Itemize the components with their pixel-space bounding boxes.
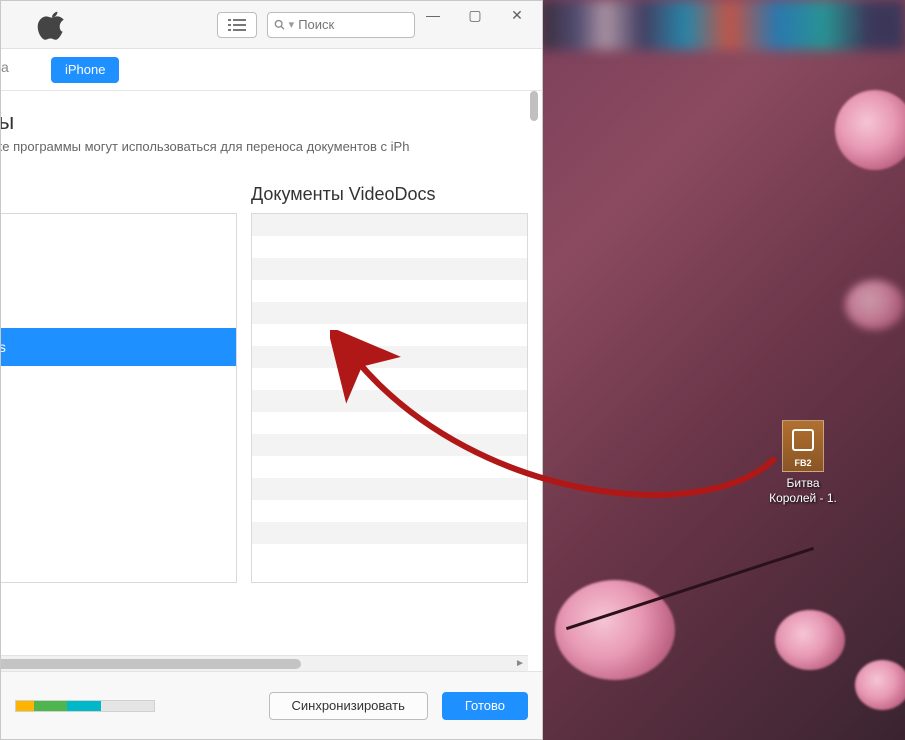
document-row-empty [252, 368, 527, 390]
itunes-window: ▾ — ▢ ✕ а iPhone айлы ие ниже программы … [0, 0, 543, 740]
document-row-empty [252, 478, 527, 500]
device-bar: а iPhone [1, 49, 542, 91]
storage-usage-bar [15, 700, 155, 712]
list-icon [228, 18, 246, 32]
vertical-scroll-thumb[interactable] [530, 91, 538, 121]
app-list-item[interactable]: : [1, 252, 236, 290]
apps-list[interactable]: : Docs [1, 213, 237, 583]
sync-button[interactable]: Синхронизировать [269, 692, 428, 720]
document-row-empty [252, 412, 527, 434]
app-list-item[interactable]: Docs [1, 328, 236, 366]
close-button[interactable]: ✕ [496, 3, 538, 27]
maximize-button[interactable]: ▢ [454, 3, 496, 27]
decor-flower [835, 90, 905, 170]
document-row-empty [252, 456, 527, 478]
done-button[interactable]: Готово [442, 692, 528, 720]
document-row-empty [252, 500, 527, 522]
document-row-empty [252, 544, 527, 566]
document-row-empty [252, 390, 527, 412]
document-row-empty [252, 302, 527, 324]
document-row-empty [252, 346, 527, 368]
document-row-empty [252, 434, 527, 456]
file-name: Битва Королей - 1. [758, 476, 848, 506]
section-title: айлы [1, 109, 528, 135]
storage-segment [34, 701, 68, 711]
search-chevron-icon: ▾ [289, 18, 295, 31]
content-area: айлы ие ниже программы могут использоват… [1, 91, 542, 671]
horizontal-scrollbar[interactable]: ◄ ► [1, 655, 528, 671]
app-list-item[interactable] [1, 214, 236, 252]
desktop-background: FB2 Битва Королей - 1. [0, 0, 905, 740]
search-icon [274, 18, 285, 31]
document-row-empty [252, 522, 527, 544]
footer-bar: Синхронизировать Готово [1, 671, 542, 739]
document-row-empty [252, 214, 527, 236]
minimize-button[interactable]: — [412, 3, 454, 27]
scroll-thumb[interactable] [1, 659, 301, 669]
app-list-item[interactable] [1, 290, 236, 328]
left-column-head: ы [1, 184, 237, 205]
breadcrumb-trailing: а [1, 59, 9, 75]
apple-logo-icon [37, 10, 67, 40]
decor-flower [555, 580, 675, 680]
taskbar-blur [540, 0, 905, 50]
storage-segment [101, 701, 154, 711]
file-icon: FB2 [782, 420, 824, 472]
document-row-empty [252, 236, 527, 258]
file-ext-badge: FB2 [794, 458, 811, 468]
list-view-button[interactable] [217, 12, 257, 38]
document-row-empty [252, 324, 527, 346]
search-input[interactable] [298, 17, 408, 32]
storage-segment [67, 701, 101, 711]
window-controls: — ▢ ✕ [412, 3, 538, 27]
decor-flower [855, 660, 905, 710]
search-box[interactable]: ▾ [267, 12, 415, 38]
storage-segment [16, 701, 34, 711]
decor-flower [775, 610, 845, 670]
section-description: ие ниже программы могут использоваться д… [1, 139, 528, 154]
document-row-empty [252, 280, 527, 302]
right-column-head: Документы VideoDocs [251, 184, 528, 205]
documents-drop-area[interactable] [251, 213, 528, 583]
decor-flower [845, 280, 905, 330]
document-row-empty [252, 258, 527, 280]
device-chip-iphone[interactable]: iPhone [51, 57, 119, 83]
desktop-file-fb2[interactable]: FB2 Битва Королей - 1. [758, 420, 848, 506]
titlebar: ▾ — ▢ ✕ [1, 1, 542, 49]
vertical-scrollbar[interactable] [526, 91, 542, 671]
